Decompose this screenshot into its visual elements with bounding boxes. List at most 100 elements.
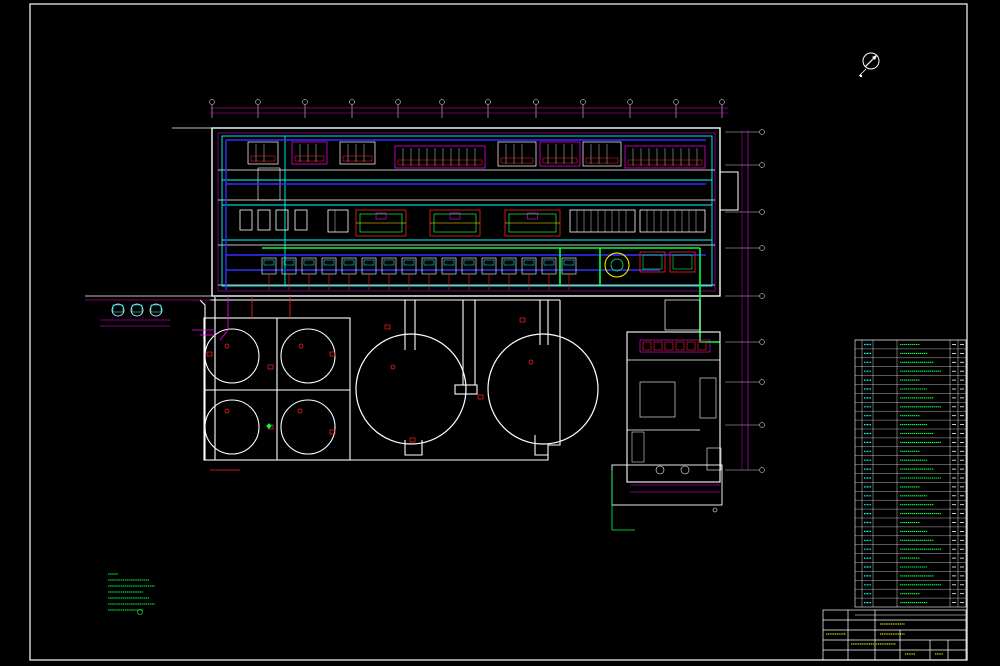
legend-row <box>855 339 966 346</box>
equipment-unit <box>675 341 685 351</box>
grid-axis-bubble-top <box>349 99 355 118</box>
legend-row <box>855 597 966 604</box>
equipment-row-3 <box>261 251 696 290</box>
small-tank-4 <box>280 399 336 455</box>
equipment-unit <box>639 209 706 233</box>
grid-axis-bubble-top <box>255 99 261 118</box>
north-arrow-icon <box>858 52 880 78</box>
legend-row <box>855 393 966 399</box>
grid-axis-bubble-top <box>533 99 539 118</box>
equipment-legend-table <box>854 339 967 616</box>
equipment-unit <box>624 145 706 169</box>
large-tank-2 <box>487 333 599 445</box>
grid-axis-bubble-right <box>725 293 765 299</box>
grid-axis-bubble-top <box>209 99 215 118</box>
legend-row <box>855 446 966 452</box>
drawing-border <box>29 3 968 661</box>
pump-circle <box>604 252 630 278</box>
cad-drawing <box>29 3 968 661</box>
legend-row <box>855 357 966 363</box>
small-tank-2 <box>280 328 336 384</box>
small-tank-1 <box>204 328 260 384</box>
grid-axis-bubble-top <box>485 99 491 118</box>
title-block-marks <box>826 623 943 655</box>
equipment-unit <box>394 145 486 169</box>
equipment-unit <box>355 209 407 237</box>
legend-row <box>855 526 966 533</box>
drawing-notes <box>108 573 155 615</box>
equipment-row-2 <box>239 209 706 237</box>
tank-connection-pipes <box>192 296 291 471</box>
equipment-unit <box>697 341 707 351</box>
equipment-unit <box>642 341 652 351</box>
legend-row <box>855 473 966 479</box>
equipment-unit <box>275 209 289 231</box>
tank-fittings <box>206 317 526 443</box>
legend-row <box>855 419 966 426</box>
equipment-unit <box>429 209 481 237</box>
tank-area-outline <box>199 297 561 461</box>
grid-axis-bubble-top <box>719 99 725 118</box>
legend-row <box>855 428 966 435</box>
grid-axis-bubble-top <box>627 99 633 118</box>
legend-row <box>855 508 966 515</box>
equipment-unit <box>664 341 674 351</box>
annex-equipment <box>642 341 707 351</box>
grid-axis-bubble-top <box>302 99 308 118</box>
equipment-unit <box>504 209 561 237</box>
main-building <box>172 127 739 297</box>
grid-axis-bubble-right <box>725 467 765 473</box>
legend-row <box>855 571 966 577</box>
legend-row <box>855 366 966 372</box>
legend-row <box>855 411 966 417</box>
pipe-network-green <box>262 247 720 343</box>
grid-axis-bubble-right <box>725 245 765 251</box>
legend-row <box>855 402 966 408</box>
equipment-unit <box>247 141 279 165</box>
grid-axis-bubble-right <box>725 129 765 135</box>
legend-row <box>855 437 966 443</box>
equipment-unit <box>257 209 271 231</box>
grid-axis-bubble-top <box>395 99 401 118</box>
legend-row <box>855 580 966 586</box>
grid-axis-bubble-right <box>725 339 765 345</box>
external-pump-group <box>85 295 212 327</box>
legend-row <box>855 535 966 541</box>
equipment-unit <box>497 141 537 167</box>
pipe-network-blue <box>225 139 706 290</box>
legend-row <box>855 348 966 354</box>
equipment-unit <box>639 251 666 273</box>
equipment-unit <box>539 141 581 167</box>
legend-row <box>855 491 966 497</box>
equipment-unit <box>669 251 696 273</box>
legend-row <box>855 562 966 568</box>
legend-row <box>855 500 966 506</box>
annex-building <box>611 299 723 531</box>
equipment-row-1 <box>247 141 706 169</box>
legend-row <box>855 589 966 595</box>
equipment-unit <box>291 141 328 165</box>
grid-axis-bubble-top <box>673 99 679 118</box>
legend-row <box>855 517 966 524</box>
equipment-unit <box>327 209 349 233</box>
legend-row <box>855 553 966 559</box>
legend-row <box>855 544 966 550</box>
equipment-unit <box>239 209 253 231</box>
small-tank-3 <box>204 399 260 455</box>
equipment-unit <box>653 341 663 351</box>
grid-axis-bubble-right <box>725 162 765 168</box>
grid-axis-right <box>725 129 765 473</box>
equipment-unit <box>294 209 308 231</box>
equipment-unit <box>339 141 376 165</box>
grid-axis-bubble-right <box>725 422 765 428</box>
green-valve-marker <box>266 423 272 429</box>
grid-axis-bubble-top <box>580 99 586 118</box>
equipment-unit <box>686 341 696 351</box>
legend-row <box>855 384 966 390</box>
grid-axis-top <box>209 99 725 118</box>
legend-row <box>855 482 966 488</box>
equipment-unit <box>582 141 622 167</box>
large-tank-1 <box>355 333 467 445</box>
title-block <box>822 609 967 661</box>
legend-row <box>855 375 966 381</box>
